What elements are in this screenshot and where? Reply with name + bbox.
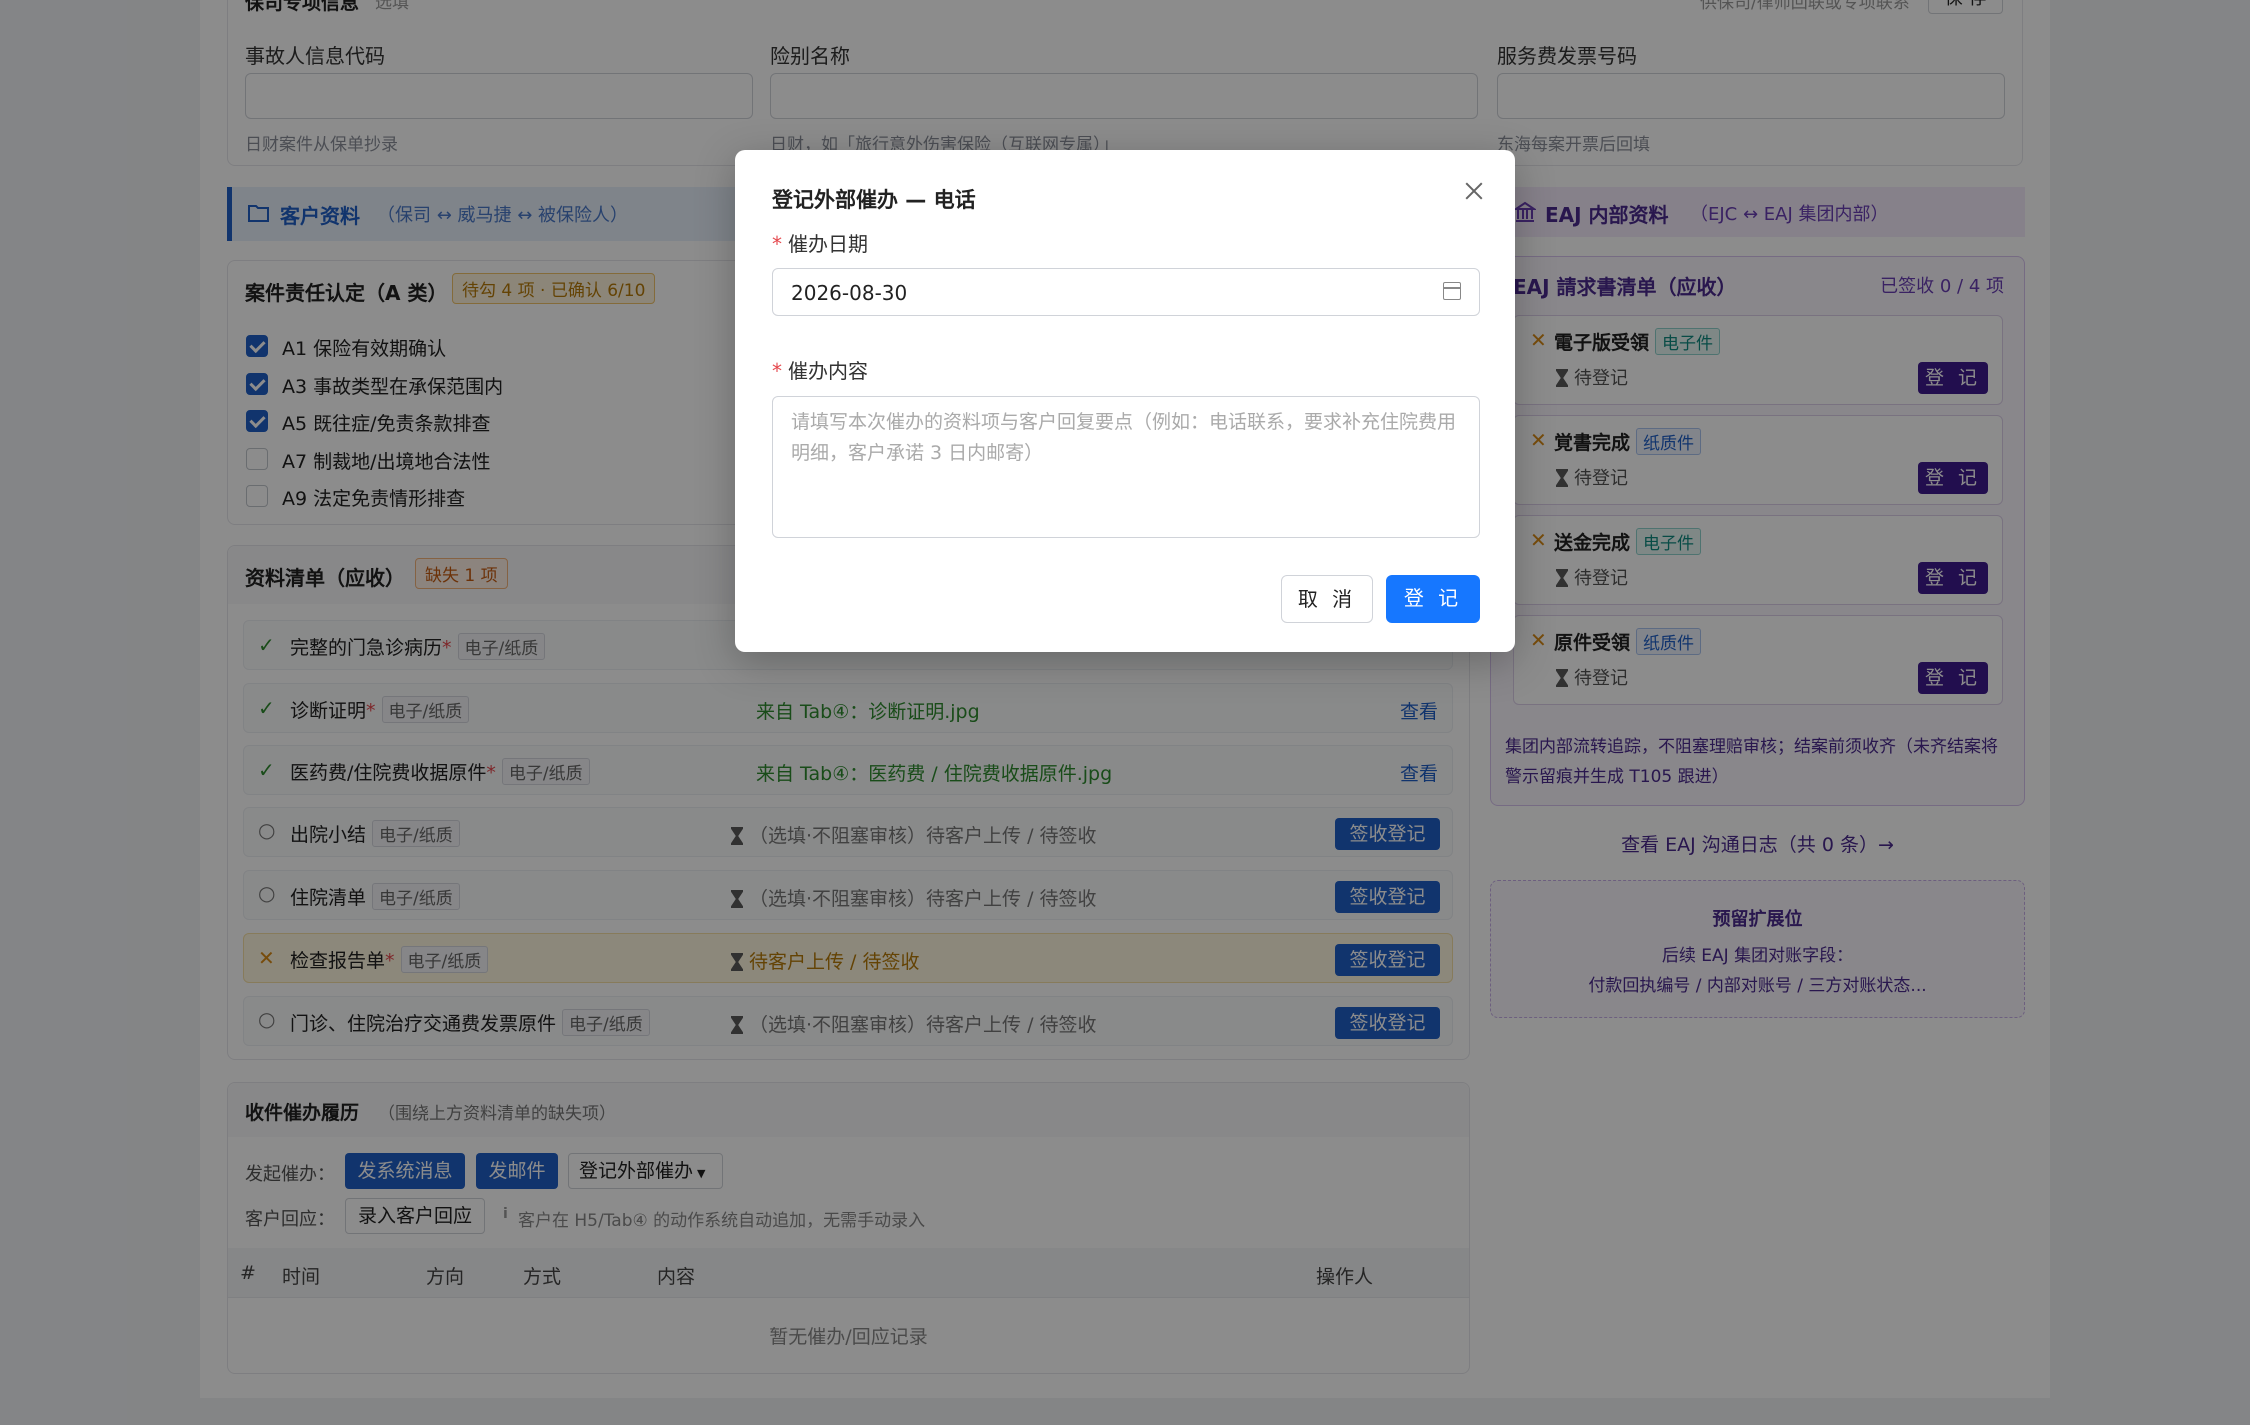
- register-button[interactable]: 登 记: [1386, 575, 1480, 623]
- calendar-icon: [1443, 282, 1461, 300]
- date-label: * 催办日期: [772, 232, 868, 256]
- cancel-button[interactable]: 取 消: [1281, 575, 1373, 623]
- close-icon[interactable]: [1463, 180, 1485, 202]
- modal-title: 登记外部催办 — 电话: [772, 188, 976, 212]
- content-label: * 催办内容: [772, 359, 868, 383]
- date-value: 2026-08-30: [791, 281, 908, 305]
- external-followup-modal: 登记外部催办 — 电话 * 催办日期 2026-08-30 * 催办内容 请填写本次…: [735, 150, 1515, 652]
- content-textarea[interactable]: 请填写本次催办的资料项与客户回复要点（例如：电话联系，要求补充住院费用明细，客户…: [772, 396, 1480, 538]
- date-picker[interactable]: 2026-08-30: [772, 268, 1480, 316]
